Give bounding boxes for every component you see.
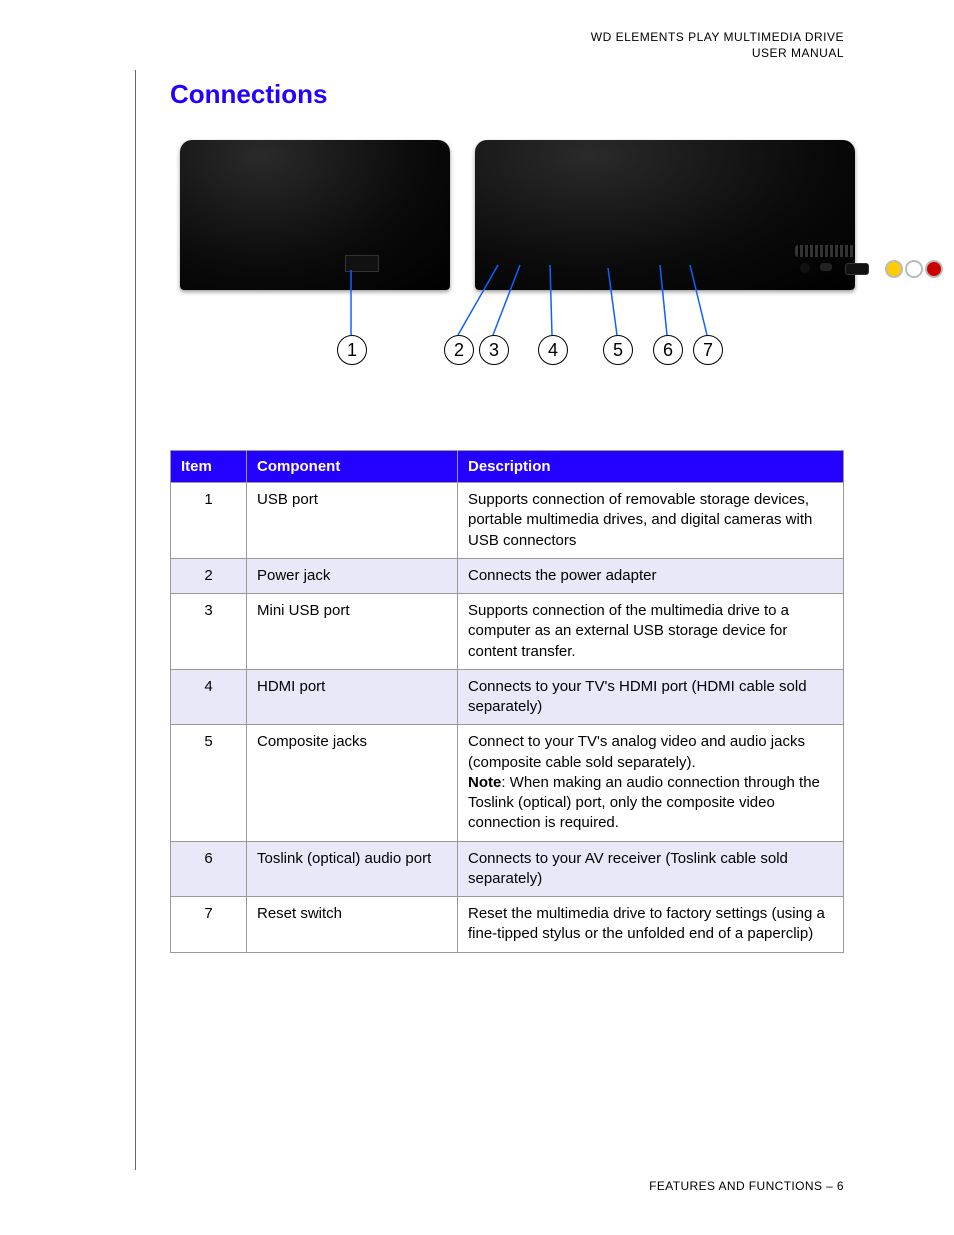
vent-icon xyxy=(795,245,855,257)
cell-item: 2 xyxy=(171,558,247,593)
device-rear-image xyxy=(475,140,855,290)
cell-component: USB port xyxy=(247,483,458,559)
callout-6: 6 xyxy=(653,335,683,365)
table-row: 5 Composite jacks Connect to your TV's a… xyxy=(171,725,844,841)
table-row: 6 Toslink (optical) audio port Connects … xyxy=(171,841,844,897)
cell-description: Reset the multimedia drive to factory se… xyxy=(458,897,844,953)
callout-5: 5 xyxy=(603,335,633,365)
rear-port-panel xyxy=(795,245,954,275)
table-row: 3 Mini USB port Supports connection of t… xyxy=(171,594,844,670)
doc-title-line2: USER MANUAL xyxy=(60,46,844,62)
cell-component: Reset switch xyxy=(247,897,458,953)
note-text: : When making an audio connection throug… xyxy=(468,774,820,832)
th-component: Component xyxy=(247,451,458,483)
hdmi-port-icon xyxy=(845,263,869,275)
th-item: Item xyxy=(171,451,247,483)
footer-section: FEATURES AND FUNCTIONS xyxy=(649,1179,822,1193)
connections-table: Item Component Description 1 USB port Su… xyxy=(170,450,844,953)
cell-component: Power jack xyxy=(247,558,458,593)
section-heading: Connections xyxy=(170,79,844,110)
cell-item: 1 xyxy=(171,483,247,559)
cell-description: Connect to your TV's analog video and au… xyxy=(458,725,844,841)
mini-usb-icon xyxy=(820,263,832,271)
cell-description: Supports connection of the multimedia dr… xyxy=(458,594,844,670)
callout-7: 7 xyxy=(693,335,723,365)
cell-description: Connects the power adapter xyxy=(458,558,844,593)
cell-description: Supports connection of removable storage… xyxy=(458,483,844,559)
footer-page-number: 6 xyxy=(837,1179,844,1193)
desc-text: Connect to your TV's analog video and au… xyxy=(468,733,805,770)
cell-description: Connects to your TV's HDMI port (HDMI ca… xyxy=(458,669,844,725)
cell-item: 6 xyxy=(171,841,247,897)
callout-4: 4 xyxy=(538,335,568,365)
cell-component: Mini USB port xyxy=(247,594,458,670)
callout-3: 3 xyxy=(479,335,509,365)
footer-sep: – xyxy=(822,1179,837,1193)
note-label: Note xyxy=(468,774,501,791)
device-diagram: 1 2 3 4 5 6 7 xyxy=(170,130,844,410)
usb-port-icon xyxy=(345,255,379,272)
composite-red-icon xyxy=(925,260,943,278)
cell-item: 3 xyxy=(171,594,247,670)
cell-description: Connects to your AV receiver (Toslink ca… xyxy=(458,841,844,897)
table-row: 4 HDMI port Connects to your TV's HDMI p… xyxy=(171,669,844,725)
cell-item: 5 xyxy=(171,725,247,841)
cell-component: Toslink (optical) audio port xyxy=(247,841,458,897)
cell-component: Composite jacks xyxy=(247,725,458,841)
cell-item: 4 xyxy=(171,669,247,725)
power-jack-icon xyxy=(800,263,810,273)
composite-yellow-icon xyxy=(885,260,903,278)
device-front-image xyxy=(180,140,450,290)
cell-item: 7 xyxy=(171,897,247,953)
th-description: Description xyxy=(458,451,844,483)
composite-white-icon xyxy=(905,260,923,278)
table-row: 7 Reset switch Reset the multimedia driv… xyxy=(171,897,844,953)
callout-1: 1 xyxy=(337,335,367,365)
table-row: 2 Power jack Connects the power adapter xyxy=(171,558,844,593)
section-divider-line xyxy=(135,70,136,1170)
table-row: 1 USB port Supports connection of remova… xyxy=(171,483,844,559)
doc-title-line1: WD ELEMENTS PLAY MULTIMEDIA DRIVE xyxy=(60,30,844,46)
cell-component: HDMI port xyxy=(247,669,458,725)
callout-2: 2 xyxy=(444,335,474,365)
